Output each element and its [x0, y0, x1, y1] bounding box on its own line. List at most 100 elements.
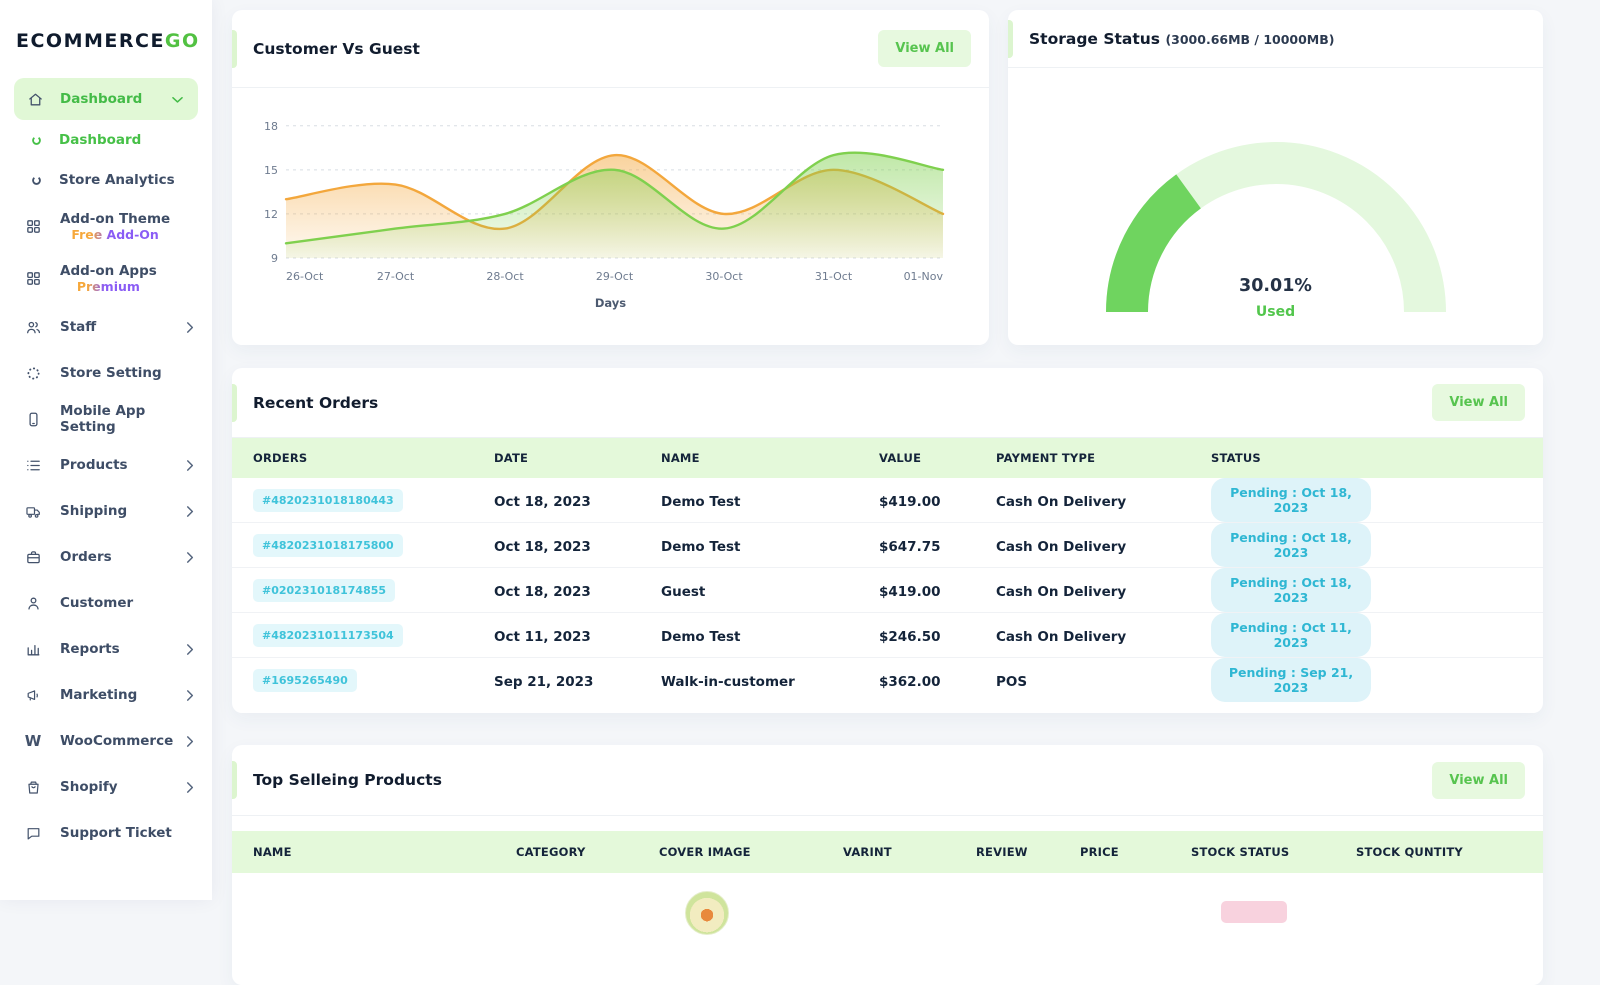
stock-status-badge	[1221, 901, 1287, 923]
recent-orders-table-body: #4820231018180443 Oct 18, 2023 Demo Test $4…	[232, 478, 1543, 702]
sidebar-item-woocommerce[interactable]: WWooCommerce	[0, 718, 212, 764]
order-customer-name: Guest	[661, 584, 705, 600]
sidebar-item-subtitle: Premium	[60, 279, 157, 294]
svg-text:18: 18	[264, 120, 278, 133]
order-status-badge: Pending : Sep 21, 2023	[1211, 658, 1371, 702]
order-id-link[interactable]: #020231018174855	[253, 579, 395, 602]
chart-card-header: Customer Vs Guest View All	[232, 10, 989, 88]
sidebar-item-label: Reports	[60, 641, 180, 657]
brand-logo[interactable]: ECOMMERCEGO	[0, 0, 212, 52]
top-selling-view-all-button[interactable]: View All	[1432, 762, 1525, 799]
storage-used-label: Used	[1096, 304, 1456, 320]
svg-text:9: 9	[271, 252, 278, 265]
order-status-badge: Pending : Oct 18, 2023	[1211, 523, 1371, 567]
sidebar-item-label: Dashboard	[59, 132, 141, 148]
order-value: $647.75	[879, 539, 941, 555]
sidebar: ECOMMERCEGO Dashboard Dashboard Store Anal…	[0, 0, 212, 900]
sidebar-item-dashboard[interactable]: Dashboard	[14, 78, 198, 120]
sidebar-item-staff[interactable]: Staff	[0, 304, 212, 350]
chart-view-all-button[interactable]: View All	[878, 30, 971, 67]
sidebar-item-label: Mobile App Setting	[60, 403, 198, 435]
sidebar-item-label: Support Ticket	[60, 825, 198, 841]
sidebar-item-marketing[interactable]: Marketing	[0, 672, 212, 718]
list-icon	[24, 456, 42, 474]
order-id-link[interactable]: #4820231018175800	[253, 534, 403, 557]
order-status-badge: Pending : Oct 18, 2023	[1211, 568, 1371, 612]
brand-name-primary: ECOMMERCE	[16, 30, 165, 52]
order-payment-type: Cash On Delivery	[996, 584, 1126, 600]
order-payment-type: Cash On Delivery	[996, 629, 1126, 645]
top-selling-products-card: Top Selleing Products View All NAMECATEG…	[232, 745, 1543, 985]
order-date: Oct 18, 2023	[494, 584, 591, 600]
order-customer-name: Demo Test	[661, 494, 740, 510]
sidebar-item-label: Store Analytics	[59, 172, 175, 188]
order-row: #1695265490Sep 21, 2023Walk-in-customer$…	[232, 658, 1543, 702]
sidebar-item-reports[interactable]: Reports	[0, 626, 212, 672]
sidebar-item-dashboard[interactable]: Dashboard	[0, 120, 212, 160]
customer-vs-guest-chart: 912151826-Oct27-Oct28-Oct29-Oct30-Oct31-…	[254, 102, 966, 292]
storage-card-header: Storage Status (3000.66MB / 10000MB)	[1008, 10, 1543, 68]
order-customer-name: Demo Test	[661, 539, 740, 555]
sidebar-item-label: WooCommerce	[60, 733, 180, 749]
sidebar-item-label: Products	[60, 457, 180, 473]
svg-text:15: 15	[264, 164, 278, 177]
sidebar-item-store-analytics[interactable]: Store Analytics	[0, 160, 212, 200]
order-id-link[interactable]: #4820231011173504	[253, 624, 403, 647]
storage-status-card: Storage Status (3000.66MB / 10000MB) 30.…	[1008, 10, 1543, 345]
column-header-name: NAME	[253, 845, 516, 859]
sidebar-item-shipping[interactable]: Shipping	[0, 488, 212, 534]
chevron-right-icon	[180, 456, 198, 474]
person-icon	[24, 594, 42, 612]
sidebar-item-support-ticket[interactable]: Support Ticket	[0, 810, 212, 856]
order-status-badge: Pending : Oct 18, 2023	[1211, 478, 1371, 522]
sidebar-item-customer[interactable]: Customer	[0, 580, 212, 626]
svg-text:29-Oct: 29-Oct	[596, 270, 634, 283]
recent-orders-table-header: ORDERSDATENAMEVALUEPAYMENT TYPESTATUS	[232, 438, 1543, 478]
ring-icon	[30, 134, 42, 146]
chevron-right-icon	[180, 318, 198, 336]
order-payment-type: Cash On Delivery	[996, 494, 1126, 510]
sidebar-item-products[interactable]: Products	[0, 442, 212, 488]
sidebar-item-add-on-apps[interactable]: Add-on AppsPremium	[0, 252, 212, 304]
column-header-status: STATUS	[1211, 451, 1543, 465]
column-header-price: PRICE	[1080, 845, 1191, 859]
chart-body: 912151826-Oct27-Oct28-Oct29-Oct30-Oct31-…	[232, 88, 989, 310]
order-value: $419.00	[879, 584, 941, 600]
sidebar-item-shopify[interactable]: Shopify	[0, 764, 212, 810]
sidebar-item-label: Staff	[60, 319, 180, 335]
sidebar-item-add-on-theme[interactable]: Add-on ThemeFree Add-On	[0, 200, 212, 252]
top-selling-first-row	[232, 873, 1543, 943]
chevron-right-icon	[180, 732, 198, 750]
chevron-down-icon	[168, 90, 186, 108]
recent-orders-view-all-button[interactable]: View All	[1432, 384, 1525, 421]
order-id-link[interactable]: #1695265490	[253, 669, 357, 692]
bar-chart-icon	[24, 640, 42, 658]
order-row: #020231018174855 Oct 18, 2023 Guest $419.00…	[232, 568, 1543, 613]
mobile-icon	[24, 410, 42, 428]
column-header-date: DATE	[494, 451, 661, 465]
order-customer-name: Walk-in-customer	[661, 674, 795, 690]
column-header-orders: ORDERS	[253, 451, 494, 465]
sidebar-item-label: Store Setting	[60, 365, 198, 381]
chevron-right-icon	[180, 502, 198, 520]
order-payment-type: POS	[996, 674, 1027, 690]
order-value: $246.50	[879, 629, 941, 645]
sidebar-item-label: Customer	[60, 595, 198, 611]
order-id-link[interactable]: #4820231018180443	[253, 489, 403, 512]
grid-icon	[24, 217, 42, 235]
recent-orders-header: Recent Orders View All	[232, 368, 1543, 438]
chevron-right-icon	[180, 778, 198, 796]
sidebar-item-orders[interactable]: Orders	[0, 534, 212, 580]
order-date: Oct 18, 2023	[494, 539, 591, 555]
column-header-stock-quntity: STOCK QUNTITY	[1356, 845, 1543, 859]
sidebar-item-mobile-app-setting[interactable]: Mobile App Setting	[0, 396, 212, 442]
ring-icon	[30, 174, 42, 186]
megaphone-icon	[24, 686, 42, 704]
column-header-varint: VARINT	[843, 845, 976, 859]
truck-icon	[24, 502, 42, 520]
order-date: Oct 11, 2023	[494, 629, 591, 645]
sidebar-item-store-setting[interactable]: Store Setting	[0, 350, 212, 396]
product-cover-image	[685, 891, 729, 935]
svg-text:28-Oct: 28-Oct	[486, 270, 524, 283]
order-row: #4820231018180443Oct 18, 2023Demo Test$4…	[232, 478, 1543, 523]
